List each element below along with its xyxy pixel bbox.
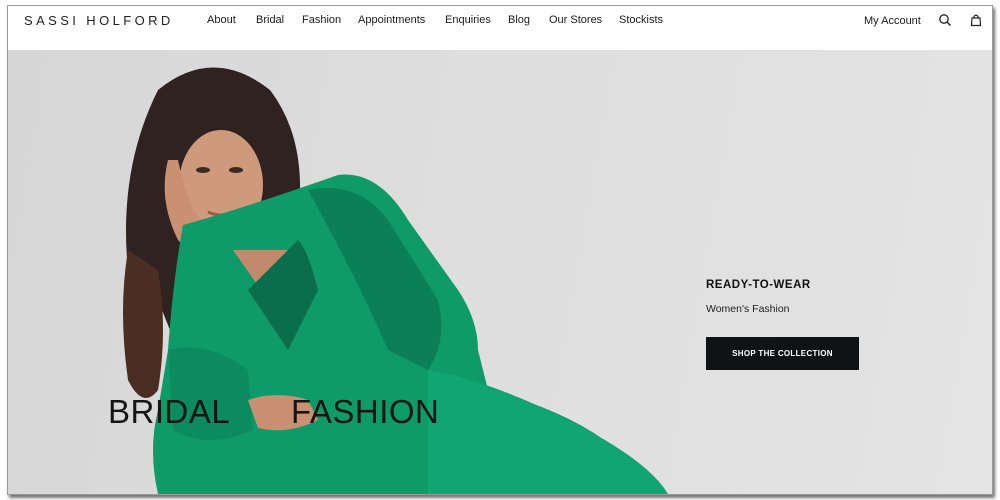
nav-item-appointments[interactable]: Appointments xyxy=(358,14,425,26)
nav-item-blog[interactable]: Blog xyxy=(508,14,530,26)
hero-title-fashion: FASHION xyxy=(291,393,440,430)
nav-item-bridal[interactable]: Bridal xyxy=(256,14,284,26)
search-icon[interactable] xyxy=(938,13,952,27)
nav-item-stockists[interactable]: Stockists xyxy=(619,14,663,26)
hero-title-bridal: BRIDAL xyxy=(108,393,231,430)
site-header: SASSI HOLFORD About Bridal Fashion Appoi… xyxy=(8,6,992,50)
nav-item-enquiries[interactable]: Enquiries xyxy=(445,14,491,26)
browser-frame: SASSI HOLFORD About Bridal Fashion Appoi… xyxy=(7,5,993,495)
ready-to-wear-heading: READY-TO-WEAR xyxy=(706,279,811,291)
shop-collection-button[interactable]: SHOP THE COLLECTION xyxy=(706,337,859,370)
my-account-link[interactable]: My Account xyxy=(864,15,921,27)
nav-item-our-stores[interactable]: Our Stores xyxy=(549,14,602,26)
nav-item-about[interactable]: About xyxy=(207,14,236,26)
brand-logo[interactable]: SASSI HOLFORD xyxy=(24,13,174,28)
nav-item-fashion[interactable]: Fashion xyxy=(302,14,341,26)
womens-fashion-subheading: Women's Fashion xyxy=(706,303,790,315)
hero-banner: BRIDAL FASHION READY-TO-WEAR Women's Fas… xyxy=(8,50,992,494)
shopping-bag-icon[interactable] xyxy=(969,13,983,27)
